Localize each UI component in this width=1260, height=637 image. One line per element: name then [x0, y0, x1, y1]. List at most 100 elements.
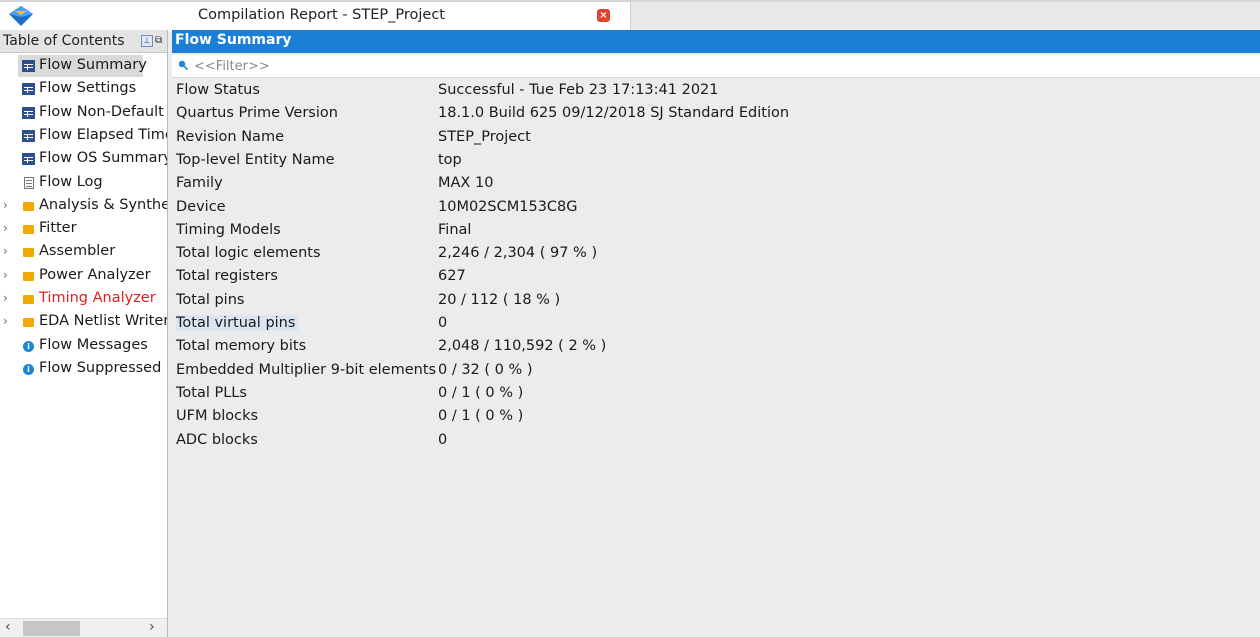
table-icon	[22, 83, 35, 96]
row-value: 0 / 1 ( 0 % )	[438, 384, 524, 401]
table-row[interactable]: ADC blocks 0	[172, 430, 1260, 453]
row-value: 18.1.0 Build 625 09/12/2018 SJ Standard …	[438, 105, 790, 122]
toc-horizontal-scrollbar[interactable]: ‹ ›	[0, 618, 167, 637]
row-value: Successful - Tue Feb 23 17:13:41 2021	[438, 82, 719, 98]
tab-title: Compilation Report - STEP_Project	[198, 7, 445, 23]
table-row[interactable]: Total virtual pins 0	[172, 313, 1260, 336]
row-value: 0 / 1 ( 0 % )	[438, 408, 524, 425]
table-row[interactable]: Total logic elements 2,246 / 2,304 ( 97 %…	[172, 243, 1260, 266]
expand-chevron-icon[interactable]: ›	[3, 314, 8, 328]
folder-icon	[23, 225, 34, 235]
toc-item-label: Flow OS Summary	[39, 150, 168, 167]
toc-item[interactable]: › EDA Netlist Writer	[0, 311, 168, 333]
table-row[interactable]: Total pins 20 / 112 ( 18 % )	[172, 290, 1260, 313]
row-value: 10M02SCM153C8G	[438, 198, 578, 215]
table-row[interactable]: Embedded Multiplier 9-bit elements 0 / 32…	[172, 360, 1260, 383]
toc-item-label: Timing Analyzer	[39, 290, 156, 306]
toc-item[interactable]: i Flow Messages	[0, 335, 167, 357]
row-key: Top-level Entity Name	[176, 151, 335, 168]
toc-item[interactable]: Flow Non-Default C	[0, 102, 168, 124]
search-icon	[178, 60, 188, 70]
folder-icon	[23, 271, 34, 281]
row-key: Revision Name	[176, 128, 284, 145]
toc-item-label: Flow Messages	[39, 336, 148, 353]
row-key: ADC blocks	[176, 431, 258, 448]
table-row[interactable]: Total PLLs 0 / 1 ( 0 % )	[172, 383, 1260, 406]
row-value: MAX 10	[438, 175, 494, 192]
table-row[interactable]: Timing Models Final	[172, 220, 1260, 243]
report-panel: Flow Summary Flow Status Successful - Tue…	[172, 30, 1260, 637]
row-value: STEP_Project	[438, 128, 531, 145]
row-key: Embedded Multiplier 9-bit elements	[176, 361, 437, 378]
row-value: 20 / 112 ( 18 % )	[438, 291, 561, 308]
report-header: Flow Summary	[172, 30, 1260, 53]
row-key: Total memory bits	[176, 338, 307, 355]
row-key: Total pins	[176, 291, 245, 308]
table-row[interactable]: Family MAX 10	[172, 173, 1260, 196]
toc-item[interactable]: › Analysis & Synthes	[0, 195, 168, 217]
expand-chevron-icon[interactable]: ›	[3, 268, 8, 282]
toc-item-label: Fitter	[39, 220, 77, 237]
table-row[interactable]: Device 10M02SCM153C8G	[172, 197, 1260, 220]
toc-item[interactable]: i Flow Suppressed M	[0, 358, 167, 380]
table-row[interactable]: Top-level Entity Name top	[172, 150, 1260, 173]
table-of-contents-panel: Table of Contents ⊥ ⧉ Flow Summary Flow S…	[0, 30, 168, 637]
expand-chevron-icon[interactable]: ›	[3, 198, 8, 212]
toc-item[interactable]: Flow Summary	[0, 55, 167, 77]
toc-item-label: Flow Elapsed Time	[39, 126, 168, 143]
toc-item[interactable]: Flow Elapsed Time	[0, 125, 168, 147]
toc-item-label: Analysis & Synthes	[39, 196, 168, 213]
row-key: Timing Models	[176, 221, 281, 238]
row-value: 0 / 32 ( 0 % )	[438, 361, 533, 378]
table-row[interactable]: Flow Status Successful - Tue Feb 23 17:13…	[172, 80, 1260, 103]
toc-item[interactable]: › Timing Analyzer	[0, 288, 167, 310]
toc-item[interactable]: › Fitter	[0, 218, 167, 240]
toc-item[interactable]: Flow Settings	[0, 78, 167, 100]
filter-input[interactable]	[194, 57, 594, 75]
toc-item[interactable]: › Power Analyzer	[0, 265, 167, 287]
row-value: 2,246 / 2,304 ( 97 % )	[438, 245, 598, 262]
toc-item[interactable]: Flow OS Summary	[0, 148, 168, 170]
table-row[interactable]: Revision Name STEP_Project	[172, 127, 1260, 150]
table-icon	[22, 153, 35, 166]
toc-item-label: Assembler	[39, 243, 116, 260]
toc-item-label: Flow Summary	[39, 57, 147, 73]
row-value: Final	[438, 221, 472, 238]
toc-title: Table of Contents	[3, 33, 125, 49]
folder-icon	[23, 295, 34, 304]
expand-chevron-icon[interactable]: ›	[3, 244, 8, 258]
table-icon	[22, 60, 35, 72]
filter-bar	[172, 55, 1260, 78]
row-key: Device	[176, 198, 226, 215]
table-row[interactable]: Total memory bits 2,048 / 110,592 ( 2 % )	[172, 336, 1260, 359]
toc-item-label: Flow Non-Default C	[39, 103, 168, 120]
report-tab[interactable]: Compilation Report - STEP_Project ×	[0, 2, 631, 32]
scrollbar-thumb[interactable]	[23, 621, 80, 636]
toc-item[interactable]: Flow Log	[0, 172, 167, 194]
table-row[interactable]: Quartus Prime Version 18.1.0 Build 625 09…	[172, 103, 1260, 126]
toc-item-label: EDA Netlist Writer	[39, 313, 168, 330]
info-icon: i	[23, 363, 34, 375]
table-row[interactable]: Total registers 627	[172, 266, 1260, 289]
info-icon: i	[23, 340, 34, 352]
toc-item[interactable]: › Assembler	[0, 241, 167, 263]
expand-chevron-icon[interactable]: ›	[3, 291, 8, 305]
quartus-app-icon	[9, 6, 33, 26]
scroll-right-icon[interactable]: ›	[149, 619, 155, 635]
expand-chevron-icon[interactable]: ›	[3, 221, 8, 235]
row-value: 627	[438, 268, 466, 285]
toc-item-label: Power Analyzer	[39, 266, 151, 283]
row-value: 2,048 / 110,592 ( 2 % )	[438, 338, 607, 355]
row-key: Total logic elements	[176, 245, 321, 262]
row-key: Flow Status	[176, 82, 260, 98]
float-window-icon[interactable]: ⧉	[155, 35, 165, 47]
folder-icon	[23, 318, 34, 328]
pin-icon[interactable]: ⊥	[141, 35, 153, 47]
toc-header: Table of Contents ⊥ ⧉	[0, 30, 167, 53]
scroll-left-icon[interactable]: ‹	[5, 619, 11, 635]
row-value: 0	[438, 315, 448, 331]
row-key: Total registers	[176, 268, 278, 285]
close-tab-icon[interactable]: ×	[597, 9, 610, 22]
table-row[interactable]: UFM blocks 0 / 1 ( 0 % )	[172, 406, 1260, 429]
row-key: Quartus Prime Version	[176, 105, 338, 122]
